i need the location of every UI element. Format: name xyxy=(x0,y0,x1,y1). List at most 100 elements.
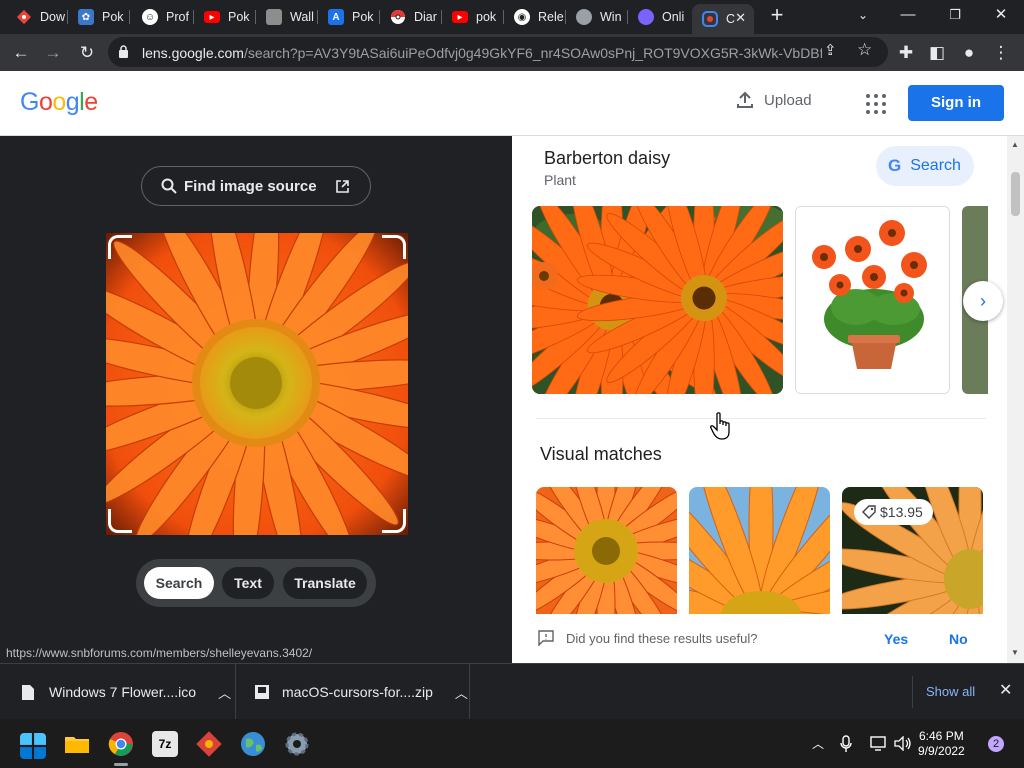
results-scrollbar[interactable]: ▲ ▼ xyxy=(1007,136,1024,663)
visual-match-1[interactable] xyxy=(536,487,677,615)
close-window-button[interactable]: ✕ xyxy=(981,4,1021,26)
reload-button[interactable]: ↻ xyxy=(74,40,100,66)
crop-handle-bottom-left[interactable] xyxy=(108,509,132,533)
result-image-potted-daisy[interactable] xyxy=(795,206,950,394)
mode-search-button[interactable]: Search xyxy=(144,567,214,599)
browser-tab[interactable]: ☺ Prof xyxy=(132,4,194,30)
clock-time: 6:46 PM xyxy=(919,729,964,743)
show-all-downloads-link[interactable]: Show all xyxy=(926,684,975,699)
git-diamond-icon[interactable] xyxy=(196,731,222,757)
feedback-question: Did you find these results useful? xyxy=(566,631,758,646)
browser-tab[interactable]: Dow xyxy=(6,4,68,30)
feedback-yes-button[interactable]: Yes xyxy=(884,631,908,647)
close-download-bar-icon[interactable]: ✕ xyxy=(999,680,1012,700)
google-logo[interactable]: Google xyxy=(20,88,98,117)
settings-gear-icon[interactable] xyxy=(284,731,310,757)
visual-matches-heading: Visual matches xyxy=(540,444,662,464)
feedback-no-button[interactable]: No xyxy=(949,631,968,647)
daisies-photo xyxy=(532,206,783,394)
clock-date: 9/9/2022 xyxy=(918,744,965,758)
tab-title: pok xyxy=(476,10,497,24)
address-bar[interactable]: lens.google.com/search?p=AV3Y9tASai6uiPe… xyxy=(108,37,888,67)
mode-translate-button[interactable]: Translate xyxy=(283,567,367,599)
file-explorer-icon[interactable] xyxy=(64,731,90,757)
crop-handle-bottom-right[interactable] xyxy=(382,509,406,533)
scroll-down-arrow-icon[interactable]: ▼ xyxy=(1011,648,1019,657)
chevron-up-icon[interactable]: ︿ xyxy=(218,683,231,702)
download-bar: Windows 7 Flower....ico ︿ macOS-cursors-… xyxy=(0,663,1024,720)
system-clock[interactable]: 6:46 PM 9/9/2022 xyxy=(918,729,965,759)
scrollbar-thumb[interactable] xyxy=(1011,172,1020,216)
youtube-icon: ▸ xyxy=(452,11,468,23)
close-tab-icon[interactable]: ✕ xyxy=(735,10,746,26)
profile-icon[interactable]: ● xyxy=(956,40,982,66)
google-apps-icon[interactable] xyxy=(865,93,887,115)
browser-tab[interactable]: ▸ Pok xyxy=(194,4,256,30)
back-button[interactable]: ← xyxy=(8,40,34,66)
browser-tab[interactable]: ▸ pok xyxy=(442,4,504,30)
carousel-next-button[interactable]: › xyxy=(963,281,1003,321)
sign-in-button[interactable]: Sign in xyxy=(908,85,1004,121)
windows-start-icon[interactable] xyxy=(20,733,46,759)
forward-button[interactable]: → xyxy=(40,40,66,66)
mode-text-button[interactable]: Text xyxy=(222,567,274,599)
gear-icon: ✿ xyxy=(78,9,94,25)
restore-button[interactable]: ❐ xyxy=(935,4,975,26)
entity-subtitle: Plant xyxy=(544,172,576,188)
bookmark-star-icon[interactable]: ☆ xyxy=(857,40,877,60)
lens-mode-selector: Search Text Translate xyxy=(136,559,376,607)
tab-title: Rele xyxy=(538,10,564,24)
crop-handle-top-right[interactable] xyxy=(382,235,406,259)
share-icon[interactable]: ⇪ xyxy=(824,41,844,59)
circle-icon xyxy=(638,9,654,25)
find-image-source-button[interactable]: Find image source xyxy=(141,166,371,206)
entity-search-button[interactable]: G Search xyxy=(876,146,974,186)
menu-kebab-icon[interactable]: ⋮ xyxy=(988,40,1014,66)
notification-badge[interactable]: 2 xyxy=(988,736,1004,752)
chrome-icon[interactable] xyxy=(108,731,134,757)
browser-tab[interactable]: ✿ Pok xyxy=(68,4,130,30)
volume-icon[interactable] xyxy=(894,736,912,751)
result-image-daisies[interactable] xyxy=(532,206,783,394)
browser-tab[interactable]: ◉ Rele xyxy=(504,4,566,30)
scroll-up-arrow-icon[interactable]: ▲ xyxy=(1011,140,1019,149)
upload-button[interactable]: Upload xyxy=(736,91,812,109)
pokeball-icon xyxy=(390,9,406,25)
microphone-icon[interactable] xyxy=(840,735,852,753)
visual-match-2[interactable] xyxy=(689,487,830,615)
upload-icon xyxy=(737,91,753,108)
globe-app-icon[interactable] xyxy=(240,731,266,757)
browser-tab[interactable]: A Pok xyxy=(318,4,380,30)
extensions-icon[interactable]: ✚ xyxy=(893,40,919,66)
visual-match-3[interactable]: $13.95 xyxy=(842,487,983,615)
tab-search-icon[interactable]: ⌄ xyxy=(843,4,883,26)
find-image-source-label: Find image source xyxy=(184,177,317,195)
diamond-icon xyxy=(16,9,32,25)
visual-match-2-image xyxy=(689,487,830,615)
download-item[interactable]: macOS-cursors-for....zip ︿ xyxy=(236,664,470,720)
entity-title[interactable]: Barberton daisy xyxy=(544,148,670,169)
browser-tab[interactable]: Diar xyxy=(380,4,442,30)
download-item[interactable]: Windows 7 Flower....ico ︿ xyxy=(0,664,236,720)
github-icon: ◉ xyxy=(514,9,530,25)
chevron-up-icon[interactable]: ︿ xyxy=(455,683,468,702)
network-icon[interactable] xyxy=(870,736,888,751)
browser-tab[interactable]: Onli xyxy=(628,4,690,30)
tab-title: Pok xyxy=(102,10,124,24)
7zip-icon[interactable]: 7z xyxy=(152,731,178,757)
uploaded-image[interactable] xyxy=(106,233,408,535)
car-icon xyxy=(266,9,282,25)
browser-tab[interactable]: Wall xyxy=(256,4,318,30)
price-badge: $13.95 xyxy=(854,499,933,525)
tray-chevron-up-icon[interactable]: ︿ xyxy=(812,735,824,752)
crop-handle-top-left[interactable] xyxy=(108,235,132,259)
new-tab-button[interactable]: + xyxy=(766,4,788,28)
potted-daisy-photo xyxy=(796,207,949,393)
side-panel-icon[interactable]: ◧ xyxy=(924,40,950,66)
browser-tab-active[interactable]: C ✕ xyxy=(692,4,754,34)
browser-tab[interactable]: Win xyxy=(566,4,628,30)
file-icon xyxy=(22,684,34,700)
lens-results-panel: Barberton daisy Plant G Search › Visual … xyxy=(512,136,1024,663)
zip-file-icon xyxy=(255,685,269,699)
minimize-button[interactable]: — xyxy=(888,4,928,26)
